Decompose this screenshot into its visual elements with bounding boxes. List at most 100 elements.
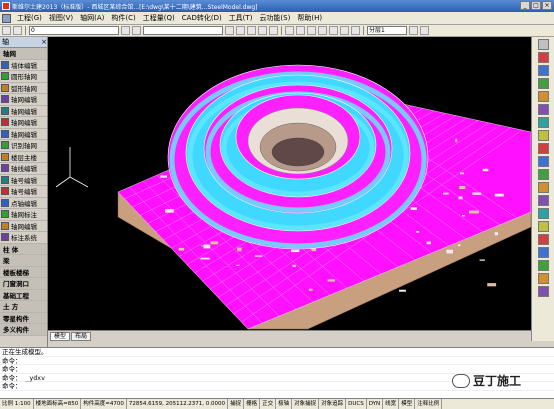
tool-item[interactable]: 轴网标注 xyxy=(0,209,47,221)
tool-item[interactable]: 识别轴网 xyxy=(0,140,47,152)
status-cell[interactable]: 对象追踪 xyxy=(319,399,347,409)
status-cell[interactable]: 正交 xyxy=(260,399,277,409)
view-icon[interactable] xyxy=(285,26,294,35)
tool-button-icon[interactable] xyxy=(538,78,549,89)
zoom-icon[interactable] xyxy=(247,26,256,35)
redo-icon[interactable] xyxy=(236,26,245,35)
menu-item[interactable]: 工程量(Q) xyxy=(141,13,177,23)
tool-button-icon[interactable] xyxy=(538,91,549,102)
tool-item[interactable]: 轴网编辑 xyxy=(0,129,47,140)
tool-button-icon[interactable] xyxy=(538,221,549,232)
tool-button-icon[interactable] xyxy=(538,247,549,258)
tool-label: 基础工程 xyxy=(3,291,29,300)
minimize-button[interactable]: _ xyxy=(520,1,530,10)
render-icon[interactable] xyxy=(296,26,305,35)
lock-icon[interactable] xyxy=(318,26,327,35)
tool-group-header[interactable]: 多义构件 xyxy=(0,324,47,336)
floor-down-icon[interactable] xyxy=(420,26,429,35)
shade-icon[interactable] xyxy=(307,26,316,35)
menu-item[interactable]: 视图(V) xyxy=(47,13,75,23)
bulb-icon[interactable] xyxy=(329,26,338,35)
tool-label: 楼板楼梯 xyxy=(3,268,29,277)
color-combo[interactable] xyxy=(143,26,223,35)
tool-item[interactable]: 轴网编辑 xyxy=(0,94,47,106)
tool-button-icon[interactable] xyxy=(538,260,549,271)
tool-item[interactable]: 轴网编辑 xyxy=(0,221,47,232)
pan-icon[interactable] xyxy=(258,26,267,35)
tool-item[interactable]: 点轴编辑 xyxy=(0,198,47,209)
status-cell[interactable]: 捕捉 xyxy=(228,399,245,409)
layer-properties-icon[interactable] xyxy=(132,26,141,35)
layer-combo[interactable]: 0 xyxy=(29,26,119,35)
tool-icon xyxy=(1,106,9,115)
tool-item[interactable]: 楼层主楼 xyxy=(0,152,47,163)
tool-item[interactable]: 轴网编辑 xyxy=(0,106,47,117)
tool-item[interactable]: 弧形轴网 xyxy=(0,83,47,94)
close-button[interactable]: × xyxy=(542,1,552,10)
tool-button-icon[interactable] xyxy=(538,39,549,50)
tool-group-header[interactable]: 轴网 xyxy=(0,48,47,60)
tool-item[interactable]: 圆形轴网 xyxy=(0,71,47,83)
tool-item[interactable]: 墙体编辑 xyxy=(0,60,47,71)
tool-item[interactable]: 轴号编辑 xyxy=(0,175,47,186)
tool-group-header[interactable]: 门窗洞口 xyxy=(0,278,47,290)
tool-group-header[interactable]: 柱 体 xyxy=(0,243,47,255)
floor-combo[interactable]: 分层1 xyxy=(367,26,407,35)
tool-button-icon[interactable] xyxy=(538,195,549,206)
status-cell[interactable]: 模型 xyxy=(399,399,416,409)
tool-button-icon[interactable] xyxy=(538,169,549,180)
menu-item[interactable]: 云功能(S) xyxy=(257,13,292,23)
orbit-icon[interactable] xyxy=(269,26,278,35)
tool-button-icon[interactable] xyxy=(538,52,549,63)
floor-up-icon[interactable] xyxy=(409,26,418,35)
tab-layout[interactable]: 布局 xyxy=(71,332,92,341)
tool-item[interactable]: 标注系统 xyxy=(0,232,47,244)
status-cell[interactable]: DYN xyxy=(367,399,384,409)
tool-button-icon[interactable] xyxy=(538,104,549,115)
tool-group-header[interactable]: 零星构件 xyxy=(0,312,47,324)
maximize-button[interactable]: □ xyxy=(531,1,541,10)
open-icon[interactable] xyxy=(13,26,22,35)
menu-item[interactable]: 轴网(A) xyxy=(78,13,106,23)
tool-group-header[interactable]: 基础工程 xyxy=(0,289,47,301)
status-cell[interactable]: 注释比例 xyxy=(415,399,443,409)
tool-button-icon[interactable] xyxy=(538,130,549,141)
tool-button-icon[interactable] xyxy=(538,273,549,284)
tool-label: 轴网标注 xyxy=(11,211,37,220)
app-menu-icon[interactable] xyxy=(2,13,11,23)
panel-title: 轴 xyxy=(2,38,9,46)
status-cell[interactable]: 极轴 xyxy=(276,399,293,409)
menu-item[interactable]: 帮助(H) xyxy=(295,13,324,23)
model-viewport[interactable] xyxy=(48,37,531,330)
building-model-3d[interactable] xyxy=(48,37,531,330)
menu-item[interactable]: 工程(G) xyxy=(15,13,44,23)
tool-group-header[interactable]: 梁 xyxy=(0,255,47,267)
layer-icon[interactable] xyxy=(121,26,130,35)
tool-item[interactable]: 轴号编辑 xyxy=(0,186,47,198)
tool-button-icon[interactable] xyxy=(538,117,549,128)
menu-item[interactable]: 工具(T) xyxy=(227,13,255,23)
tool-item[interactable]: 轴网编辑 xyxy=(0,117,47,129)
tool-button-icon[interactable] xyxy=(538,234,549,245)
panel-close-icon[interactable]: × xyxy=(41,37,47,47)
menu-item[interactable]: 构件(C) xyxy=(109,13,137,23)
square-icon[interactable] xyxy=(351,26,360,35)
status-cell[interactable]: 线宽 xyxy=(383,399,400,409)
tool-group-header[interactable]: 土 方 xyxy=(0,301,47,313)
tool-group-header[interactable]: 楼板楼梯 xyxy=(0,266,47,278)
status-cell[interactable]: DUCS xyxy=(346,399,367,409)
tool-button-icon[interactable] xyxy=(538,182,549,193)
tool-button-icon[interactable] xyxy=(538,143,549,154)
tool-button-icon[interactable] xyxy=(538,156,549,167)
tool-item[interactable]: 轴线编辑 xyxy=(0,163,47,175)
status-cell[interactable]: 对象捕捉 xyxy=(292,399,320,409)
tool-button-icon[interactable] xyxy=(538,65,549,76)
undo-icon[interactable] xyxy=(225,26,234,35)
status-cell[interactable]: 栅格 xyxy=(244,399,261,409)
tool-button-icon[interactable] xyxy=(538,208,549,219)
sun-icon[interactable] xyxy=(340,26,349,35)
menu-item[interactable]: CAD转化(D) xyxy=(180,13,224,23)
tab-model[interactable]: 模型 xyxy=(50,332,71,341)
tool-button-icon[interactable] xyxy=(538,286,549,297)
new-icon[interactable] xyxy=(2,26,11,35)
